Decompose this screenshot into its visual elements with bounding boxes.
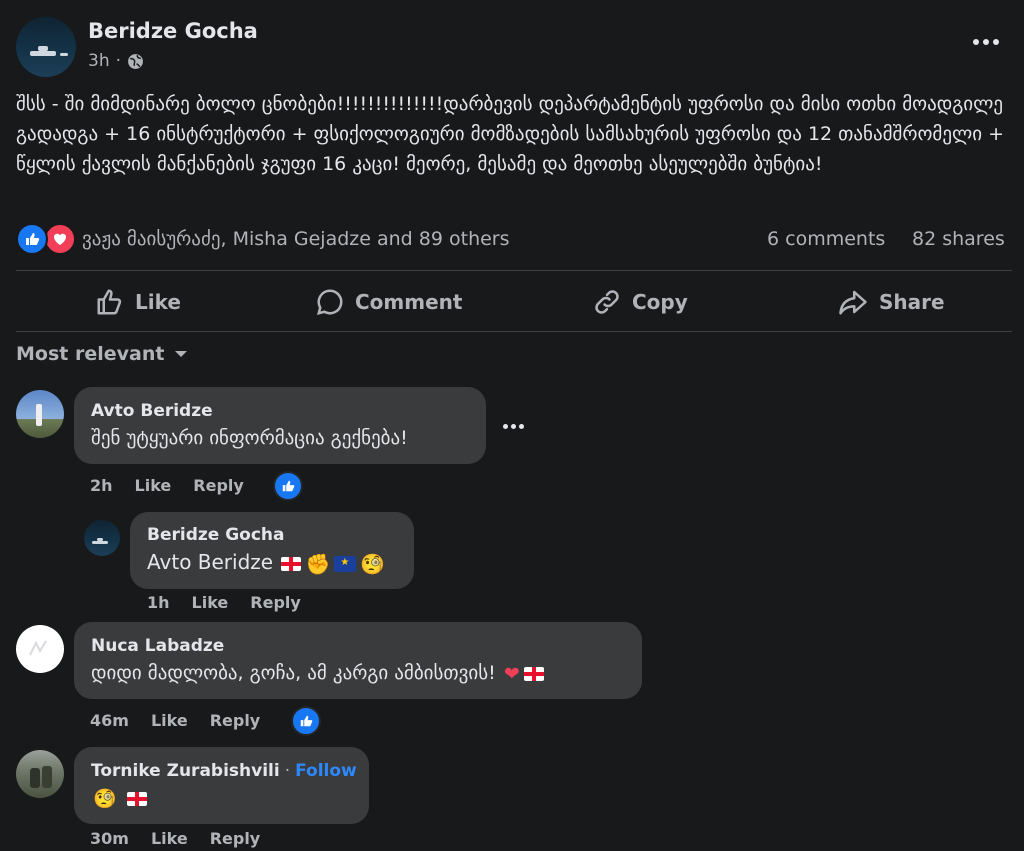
comment-text: 🧐 xyxy=(91,787,149,810)
commenter-name[interactable]: Beridze Gocha xyxy=(147,525,285,545)
commenter-header: Tornike Zurabishvili · Follow xyxy=(91,761,357,781)
georgia-flag-icon xyxy=(523,666,544,681)
commenter-name[interactable]: Nuca Labadze xyxy=(91,636,224,656)
globe-icon xyxy=(128,53,143,69)
comment-more-button[interactable] xyxy=(500,416,526,436)
author-avatar[interactable] xyxy=(16,17,76,77)
comment-reply-button[interactable]: Reply xyxy=(250,593,301,612)
separator-dot: · xyxy=(115,51,121,71)
comment-bubble: Avto Beridze შენ უტყუარი ინფორმაცია გექნ… xyxy=(74,387,486,464)
shares-count[interactable]: 82 shares xyxy=(912,228,1005,250)
comment-time[interactable]: 2h xyxy=(90,476,113,495)
like-reaction-icon[interactable] xyxy=(273,471,303,501)
comment-bubble: Tornike Zurabishvili · Follow 🧐 xyxy=(74,747,369,824)
comment-label: Comment xyxy=(355,290,463,314)
like-button[interactable]: Like xyxy=(95,287,181,317)
raised-fist-icon: ✊ xyxy=(305,551,331,576)
thumbs-up-icon xyxy=(97,289,122,315)
comment-button[interactable]: Comment xyxy=(315,287,462,317)
mentioned-user[interactable]: Avto Beridze xyxy=(147,550,273,574)
commenter-name[interactable]: Avto Beridze xyxy=(91,401,213,421)
comment-reply-button[interactable]: Reply xyxy=(193,476,244,495)
comments-count[interactable]: 6 comments xyxy=(767,228,885,250)
monocle-face-icon: 🧐 xyxy=(93,788,117,810)
comment-bubble: Nuca Labadze დიდი მადლობა, გოჩა, ამ კარგ… xyxy=(74,622,642,699)
copy-button[interactable]: Copy xyxy=(592,287,688,317)
share-icon xyxy=(839,290,867,315)
comment-like-button[interactable]: Like xyxy=(192,593,229,612)
comment-actions: 46m Like Reply xyxy=(90,711,260,730)
like-label: Like xyxy=(135,290,181,314)
comment-reply-button[interactable]: Reply xyxy=(210,829,261,848)
red-heart-icon: ❤ xyxy=(503,662,520,685)
commenter-name[interactable]: Tornike Zurabishvili xyxy=(91,761,280,781)
comment-text: შენ უტყუარი ინფორმაცია გექნება! xyxy=(91,427,408,449)
sort-label: Most relevant xyxy=(16,343,165,365)
commenter-avatar[interactable] xyxy=(16,625,64,673)
commenter-avatar[interactable] xyxy=(16,750,64,798)
reactors-summary[interactable]: ვაჟა მაისურაძე, Misha Gejadze and 89 oth… xyxy=(82,228,510,250)
more-icon xyxy=(973,39,999,45)
more-icon xyxy=(502,423,524,429)
comment-text-content: დიდი მადლობა, გოჩა, ამ კარგი ამბისთვის! xyxy=(91,662,496,684)
comment-text: დიდი მადლობა, გოჩა, ამ კარგი ამბისთვის! … xyxy=(91,662,546,685)
comment-actions: 1h Like Reply xyxy=(147,593,301,612)
sort-dropdown[interactable]: Most relevant xyxy=(16,343,188,365)
copy-label: Copy xyxy=(632,290,688,314)
comment-time[interactable]: 1h xyxy=(147,593,170,612)
commenter-avatar[interactable] xyxy=(16,390,64,438)
more-options-button[interactable] xyxy=(970,30,1002,54)
follow-button[interactable]: Follow xyxy=(295,761,357,781)
comment-reply-button[interactable]: Reply xyxy=(210,711,261,730)
post-meta: 3h · xyxy=(88,51,144,71)
comment-time[interactable]: 30m xyxy=(90,829,129,848)
georgia-flag-icon xyxy=(281,556,302,571)
divider-top xyxy=(16,270,1012,271)
divider-bottom xyxy=(16,331,1012,332)
comment-text: Avto Beridze ✊ 🧐 xyxy=(147,550,387,576)
comment-icon xyxy=(316,289,343,316)
separator-dot: · xyxy=(284,761,291,781)
comment-time[interactable]: 46m xyxy=(90,711,129,730)
post-text: შსს - ში მიმდინარე ბოლო ცნობები!!!!!!!!!… xyxy=(16,93,1005,175)
reaction-icons[interactable] xyxy=(16,223,76,255)
caret-down-icon xyxy=(175,351,188,357)
comment-actions: 2h Like Reply xyxy=(90,476,244,495)
share-button[interactable]: Share xyxy=(837,287,945,317)
eu-flag-icon xyxy=(334,555,357,572)
like-reaction-icon xyxy=(16,223,48,255)
comment-like-button[interactable]: Like xyxy=(151,711,188,730)
comment-bubble: Beridze Gocha Avto Beridze ✊ 🧐 xyxy=(130,512,414,589)
georgia-flag-icon xyxy=(126,791,147,806)
post-time[interactable]: 3h xyxy=(88,51,110,71)
share-label: Share xyxy=(879,290,945,314)
like-reaction-icon[interactable] xyxy=(291,706,321,736)
comment-like-button[interactable]: Like xyxy=(151,829,188,848)
comment-like-button[interactable]: Like xyxy=(135,476,172,495)
link-icon xyxy=(595,290,619,314)
post-author-name[interactable]: Beridze Gocha xyxy=(88,19,258,43)
monocle-face-icon: 🧐 xyxy=(360,551,386,576)
comment-actions: 30m Like Reply xyxy=(90,829,260,848)
love-reaction-icon xyxy=(44,223,76,255)
commenter-avatar[interactable] xyxy=(84,520,120,556)
